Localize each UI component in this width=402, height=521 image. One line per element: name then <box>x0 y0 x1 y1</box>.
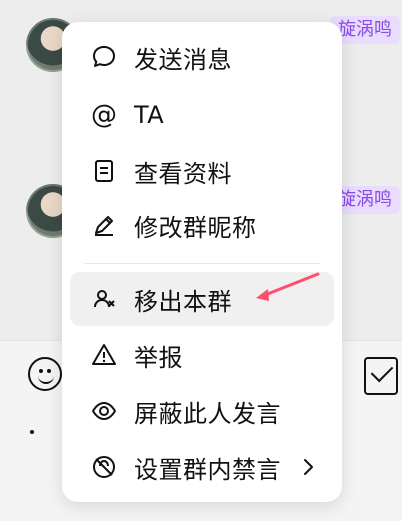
emoji-icon[interactable] <box>28 357 62 391</box>
menu-item-label: 设置群内禁言 <box>134 455 281 484</box>
menu-item-mute-member[interactable]: 设置群内禁言 <box>70 440 334 494</box>
pencil-icon <box>90 211 118 239</box>
menu-item-send-message[interactable]: 发送消息 <box>70 30 334 84</box>
menu-divider <box>84 263 320 264</box>
menu-item-label: 移出本群 <box>134 287 232 316</box>
menu-item-block-messages[interactable]: 屏蔽此人发言 <box>70 384 334 438</box>
menu-item-label: TA <box>134 101 165 129</box>
chat-bubble-icon <box>90 43 118 71</box>
menu-item-view-profile[interactable]: 查看资料 <box>70 144 334 198</box>
menu-item-label: 举报 <box>134 343 183 372</box>
document-icon <box>90 157 118 185</box>
mute-icon <box>90 453 118 481</box>
at-symbol: @ <box>91 100 117 130</box>
context-menu: 发送消息 @ TA 查看资料 修改群昵称 移出本群 举报 屏蔽此人发言 设置群内… <box>62 22 342 502</box>
menu-item-report[interactable]: 举报 <box>70 328 334 382</box>
menu-item-mention[interactable]: @ TA <box>70 88 334 142</box>
warning-icon <box>90 341 118 369</box>
at-icon: @ <box>90 101 118 129</box>
annotation-arrow <box>256 272 320 301</box>
menu-item-edit-nickname[interactable]: 修改群昵称 <box>70 198 334 252</box>
eye-icon <box>90 397 118 425</box>
menu-item-label: 屏蔽此人发言 <box>134 399 281 428</box>
menu-item-label: 查看资料 <box>134 159 232 188</box>
red-envelope-icon[interactable] <box>364 357 398 395</box>
remove-user-icon <box>90 285 118 313</box>
chevron-right-icon <box>304 459 313 475</box>
indicator-dot <box>30 430 34 434</box>
menu-item-label: 修改群昵称 <box>134 213 257 242</box>
menu-item-label: 发送消息 <box>134 45 232 74</box>
